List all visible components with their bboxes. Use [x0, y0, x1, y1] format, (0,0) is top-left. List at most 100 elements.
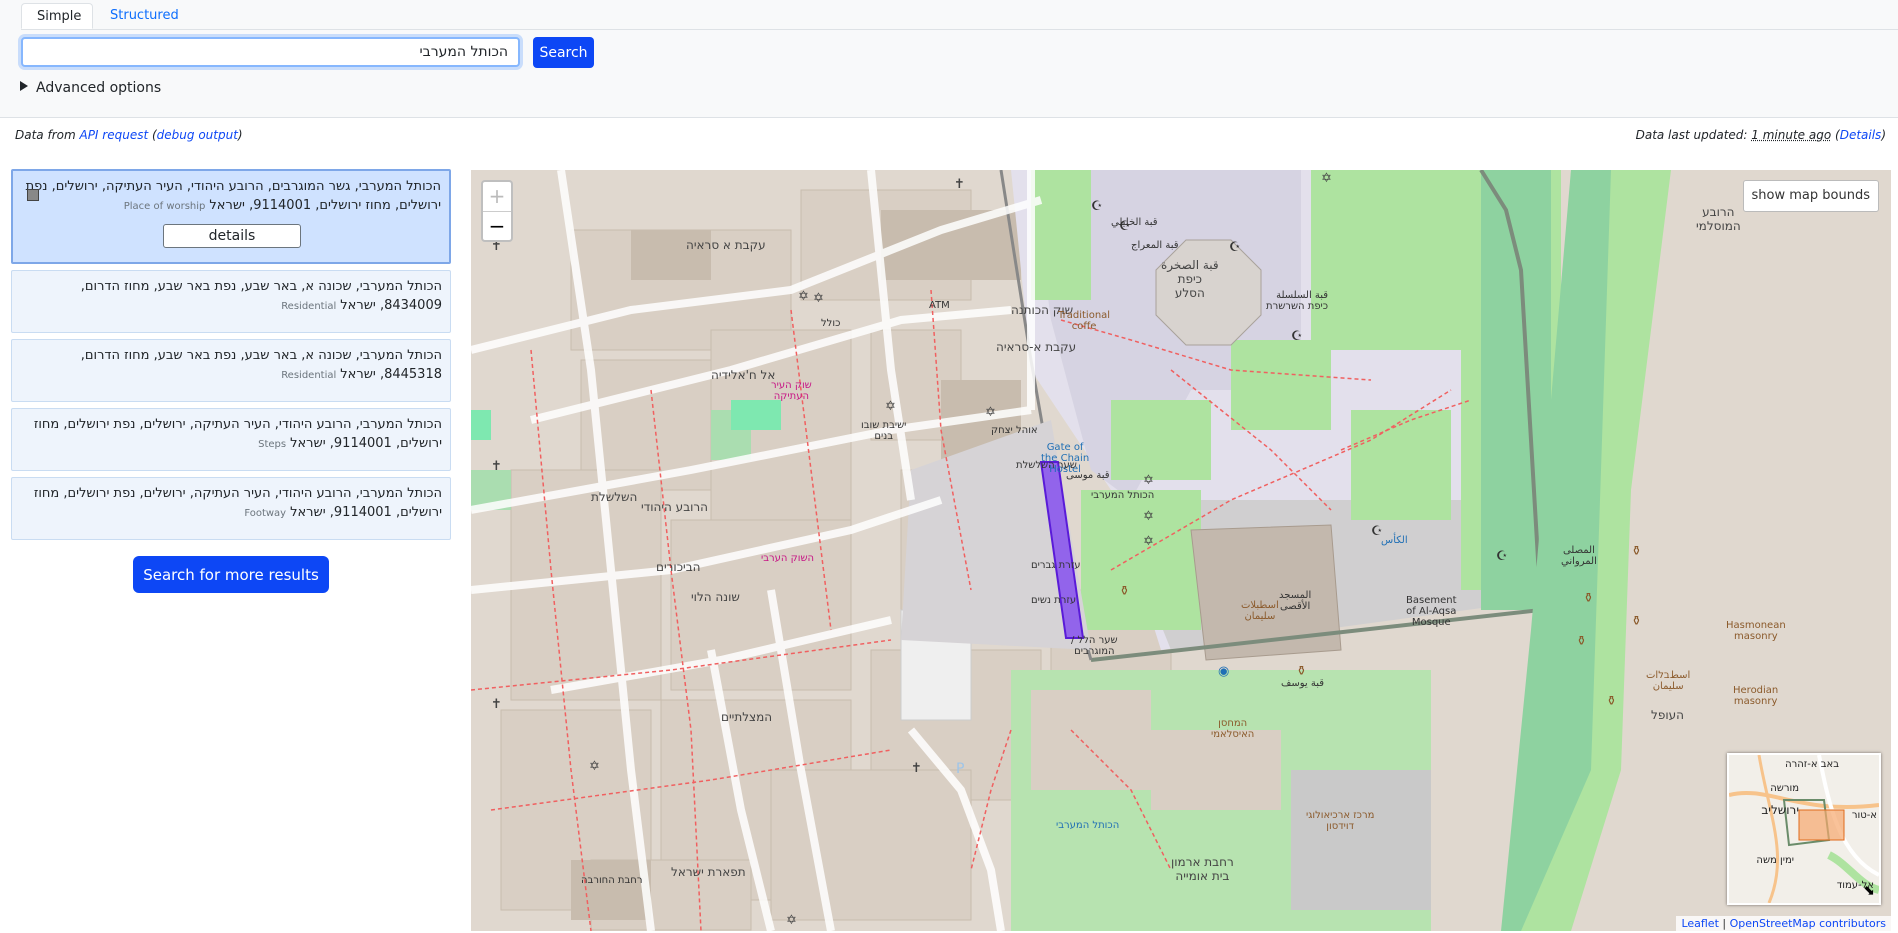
svg-text:⚱: ⚱ [1576, 634, 1587, 649]
debug-output-link[interactable]: debug output [157, 128, 238, 142]
leaflet-link[interactable]: Leaflet [1681, 917, 1718, 930]
data-source-line: Data from API request (debug output) [15, 128, 243, 142]
show-map-bounds-button[interactable]: show map bounds [1742, 180, 1879, 212]
result-name: הכותל המערבי, שכונה א, באר שבע, נפת באר … [80, 348, 442, 382]
svg-text:⚱: ⚱ [1631, 544, 1642, 559]
svg-text:✡: ✡ [1143, 473, 1154, 488]
map-label: עזרת נשים [1031, 595, 1077, 606]
map-label: Basement of Al-Aqsa Mosque [1406, 595, 1457, 628]
expand-triangle-icon [20, 81, 28, 91]
svg-text:☪: ☪ [1091, 199, 1103, 214]
map-label: עקבת א סראיה [686, 238, 766, 252]
map-label: השלשלת [591, 490, 638, 504]
map-label: Traditional coffe [1058, 310, 1111, 332]
map-label: اسطבלات سليمان [1646, 670, 1691, 692]
minimap-label: ירושליב [1761, 803, 1799, 817]
map-label: שוק העיר העתיקה [771, 380, 812, 402]
svg-text:✝: ✝ [911, 761, 922, 776]
map-label: העופל [1651, 708, 1684, 722]
map-label: המצלתיים [721, 710, 773, 724]
map-label: עקבת א-סראיה [996, 340, 1077, 354]
minimap[interactable]: באב א-זהרה מורשה ירושליב ימין משה א-טור … [1727, 753, 1881, 905]
svg-text:✡: ✡ [798, 289, 809, 304]
osm-link[interactable]: OpenStreetMap contributors [1730, 917, 1886, 930]
map-label: قبة الصخرة כיפת הסלע [1161, 258, 1219, 300]
svg-text:⚱: ⚱ [1119, 584, 1130, 599]
search-mode-tabs: Simple Structured [21, 3, 1898, 30]
tab-structured[interactable]: Structured [95, 3, 194, 29]
zoom-out-button[interactable]: − [483, 212, 511, 241]
map-label: שער הלל / המוגרבים [1071, 635, 1118, 657]
map-label: הביכורים [656, 560, 701, 574]
minimap-label: מורשה [1770, 783, 1799, 794]
map-label: תפארת ישראל [671, 865, 746, 879]
map-label: השוק הערבי [761, 553, 815, 564]
search-button[interactable]: Search [533, 37, 594, 68]
search-more-results-button[interactable]: Search for more results [133, 556, 329, 593]
map-label: עזרת גברים [1031, 560, 1081, 571]
map-label: כולל [821, 318, 841, 329]
svg-text:✡: ✡ [813, 291, 824, 306]
result-type: Steps [258, 439, 287, 450]
map-label: المسجد الأقصى [1279, 590, 1312, 612]
map-label: اسطبلات سليمان [1241, 600, 1279, 622]
result-item[interactable]: הכותל המערבי, שכונה א, באר שבע, נפת באר … [11, 270, 451, 333]
result-name: הכותל המערבי, גשר המוגרבים, הרובע היהודי… [25, 179, 441, 213]
map-label: מרכז ארכיאולוגי דוידסון [1306, 810, 1375, 832]
zoom-in-button[interactable]: + [483, 182, 511, 212]
svg-text:☪: ☪ [1229, 240, 1241, 255]
result-name: הכותל המערבי, שכונה א, באר שבע, נפת באר … [80, 279, 442, 313]
minimap-label: באב א-זהרה [1785, 759, 1839, 770]
map-label: הרובע היהודי [641, 500, 709, 514]
data-updated-line: Data last updated: 1 minute ago (Details… [1635, 128, 1886, 142]
svg-text:✝: ✝ [491, 697, 502, 712]
map-label: רחבת ארמון בית אומייה [1171, 855, 1234, 883]
result-item[interactable]: הכותל המערבי, הרובע היהודי, העיר העתיקה,… [11, 408, 451, 471]
zoom-control: + − [481, 180, 513, 242]
result-name: הכותל המערבי, הרובע היהודי, העיר העתיקה,… [33, 417, 442, 451]
map-label: הכותל המערבי [1056, 820, 1120, 831]
map-label: שונה הלוי [691, 590, 740, 604]
svg-text:✝: ✝ [491, 459, 502, 474]
result-item[interactable]: הכותל המערבי, שכונה א, באר שבע, נפת באר … [11, 339, 451, 402]
map-label: Herodian masonry [1733, 685, 1779, 707]
minimap-toggle-icon[interactable]: ⬊ [1863, 883, 1875, 899]
svg-text:◉: ◉ [1218, 664, 1229, 679]
result-name: הכותל המערבי, הרובע היהודי, העיר העתיקה,… [33, 486, 442, 520]
search-panel: Simple Structured Search Advanced option… [0, 0, 1898, 118]
result-item[interactable]: הכותל המערבי, הרובע היהודי, העיר העתיקה,… [11, 477, 451, 540]
svg-text:⚱: ⚱ [1296, 664, 1307, 679]
svg-text:✡: ✡ [1143, 509, 1154, 524]
map-label: Hasmonean masonry [1726, 620, 1786, 642]
details-link[interactable]: Details [1840, 128, 1882, 142]
map-label: ישיבת שובו בנים [861, 420, 907, 442]
svg-text:✡: ✡ [589, 759, 600, 774]
search-input[interactable] [21, 37, 520, 67]
result-type: Residential [281, 301, 337, 312]
result-type: Footway [244, 508, 287, 519]
svg-text:☪: ☪ [1496, 549, 1508, 564]
minimap-label: א-טור [1851, 810, 1877, 821]
map-label: הכותל המערבי [1091, 490, 1155, 501]
map-label: قبة المعراج [1131, 240, 1179, 251]
map-label: אוהל יצחק [991, 425, 1038, 436]
svg-text:✡: ✡ [985, 405, 996, 420]
advanced-options-toggle[interactable]: Advanced options [20, 80, 161, 96]
map-label: قبة السلسلة כיפת השרשרת [1266, 290, 1329, 312]
svg-text:✡: ✡ [1143, 534, 1154, 549]
result-item-selected[interactable]: הכותל המערבי, גשר המוגרבים, הרובע היהודי… [11, 169, 451, 264]
map-label: الكأس [1381, 535, 1408, 546]
map-label: רחבת החורבה [581, 875, 643, 886]
svg-text:✝: ✝ [954, 177, 965, 192]
map-label: המחסן האיסלאמי [1211, 718, 1255, 740]
map-label: قبة الخليلي [1111, 217, 1158, 228]
selected-marker-icon [27, 189, 39, 201]
tab-simple[interactable]: Simple [21, 3, 93, 29]
updated-time: 1 minute ago [1751, 128, 1832, 142]
api-request-link[interactable]: API request [79, 128, 148, 142]
map[interactable]: ✡ ✡ ✡ ✡ ✡ ✡ ✡ ✡ ✡ ✡ ✝ ✝ ✝ ✝ ✝ ☪ ☪ ☪ ☪ ☪ ☪ ◉ ⚱ ⚱ ⚱ ⚱ ⚱ ⚱… [471, 170, 1891, 931]
details-button[interactable]: details [163, 224, 301, 248]
map-label: ATM [929, 300, 950, 311]
svg-text:⚱: ⚱ [1631, 614, 1642, 629]
map-label: אל ח'אלידיה [711, 368, 776, 382]
